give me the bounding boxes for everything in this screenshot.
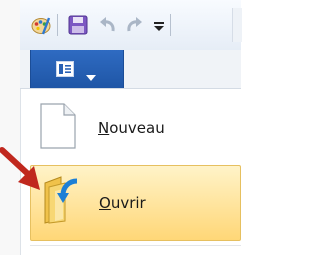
document-icon xyxy=(56,61,74,81)
menu-item-new[interactable]: Nouveau xyxy=(30,93,241,163)
quick-access-toolbar xyxy=(20,0,242,51)
blank-page-icon xyxy=(40,103,90,155)
menu-divider xyxy=(30,245,241,246)
undo-icon[interactable] xyxy=(97,14,119,36)
menu-item-new-label: Nouveau xyxy=(98,119,165,137)
redo-icon[interactable] xyxy=(123,14,145,36)
ribbon-tab-row xyxy=(20,50,241,89)
toolbar-separator xyxy=(170,14,171,36)
window-left-edge xyxy=(0,0,20,255)
window-frame-edge xyxy=(232,8,242,42)
menu-item-open-label: Ouvrir xyxy=(99,194,146,212)
customize-toolbar-icon[interactable] xyxy=(148,14,170,36)
chevron-down-icon xyxy=(86,66,96,85)
save-icon[interactable] xyxy=(67,14,89,36)
open-folder-icon xyxy=(41,175,91,227)
app-menu-button[interactable] xyxy=(30,50,124,88)
toolbar-separator xyxy=(57,14,58,36)
red-arrow-icon xyxy=(0,146,44,196)
paint-icon[interactable] xyxy=(30,14,52,36)
menu-item-open[interactable]: Ouvrir xyxy=(30,165,241,241)
